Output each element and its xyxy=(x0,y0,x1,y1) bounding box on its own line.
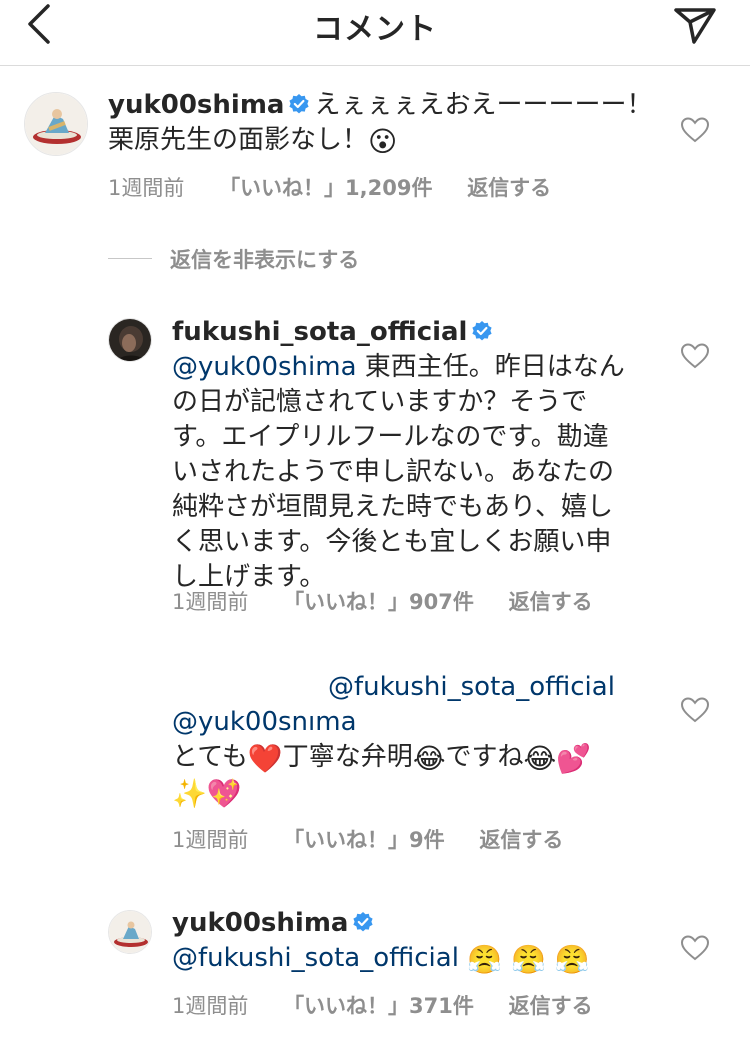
username[interactable]: fukushi_sota_official xyxy=(172,317,467,347)
reply-text: @fukushi_sota_official @yuk00snıma とても❤️… xyxy=(172,670,642,810)
reply-meta: 1週間前 「いいね！」907件 返信する xyxy=(172,586,593,616)
reply-meta: 1週間前 「いいね！」9件 返信する xyxy=(172,824,563,854)
heart-emoji: ❤️ xyxy=(247,742,283,775)
timestamp: 1週間前 xyxy=(172,994,249,1018)
likes-count[interactable]: 「いいね！」371件 xyxy=(283,990,474,1020)
reply-line: 純粋さが垣間見えた時でもあり、嬉し xyxy=(172,492,613,522)
verified-badge-icon xyxy=(471,317,493,341)
comment-body-line2: 栗原先生の面影なし！ xyxy=(108,125,369,155)
reply-line: す。エイプリルフールなのです。勘違 xyxy=(172,422,609,452)
paper-plane-icon[interactable] xyxy=(672,2,718,46)
sparkles-emoji: ✨ xyxy=(172,777,207,810)
avatar[interactable] xyxy=(108,318,152,362)
reply-line: く思います。今後とも宜しくお願い申 xyxy=(172,527,612,557)
page-title: コメント xyxy=(313,12,437,47)
likes-count[interactable]: 「いいね！」9件 xyxy=(283,824,445,854)
divider xyxy=(108,258,152,259)
reply-button[interactable]: 返信する xyxy=(509,990,593,1020)
avatar[interactable] xyxy=(24,92,88,156)
mention-link[interactable]: @fukushi_sota_official xyxy=(328,670,615,705)
reply-text: fukushi_sota_official @yuk00shima 東西主任。昨… xyxy=(172,315,652,595)
heart-icon[interactable] xyxy=(680,696,710,724)
timestamp: 1週間前 xyxy=(108,176,185,200)
heart-icon[interactable] xyxy=(680,342,710,370)
username[interactable]: yuk00shima xyxy=(108,90,284,120)
comment-body: えぇぇぇえおえーーーーー！ xyxy=(314,90,653,120)
mention-link[interactable]: @fukushi_sota_official xyxy=(172,943,459,973)
username[interactable]: yuk00shima xyxy=(172,908,348,938)
mention-link[interactable]: @yuk00shima xyxy=(172,352,357,382)
astonished-emoji: 😮 xyxy=(368,125,398,158)
reply-line: 東西主任。昨日はなん xyxy=(364,352,625,382)
heart-icon[interactable] xyxy=(680,116,710,144)
comment-text: yuk00shima えぇぇぇえおえーーーーー！ 栗原先生の面影なし！😮 xyxy=(108,88,668,158)
mention-link[interactable]: @yuk00snıma xyxy=(172,707,357,737)
reply-button[interactable]: 返信する xyxy=(479,824,563,854)
verified-badge-icon xyxy=(352,908,374,932)
timestamp: 1週間前 xyxy=(172,590,249,614)
reply-button[interactable]: 返信する xyxy=(509,586,593,616)
timestamp: 1週間前 xyxy=(172,828,249,852)
heart-icon[interactable] xyxy=(680,934,710,962)
reply-meta: 1週間前 「いいね！」371件 返信する xyxy=(172,990,593,1020)
laughing-emoji: 😂 xyxy=(523,742,557,775)
verified-badge-icon xyxy=(288,90,310,114)
two-hearts-emoji: 💕 xyxy=(556,742,592,775)
reply-body: ですね xyxy=(445,742,524,772)
avatar[interactable] xyxy=(108,910,152,954)
likes-count[interactable]: 「いいね！」907件 xyxy=(283,586,474,616)
hide-replies-button[interactable]: 返信を非表示にする xyxy=(170,244,359,274)
reply-body: 丁寧な弁明 xyxy=(282,742,413,772)
sparkling-heart-emoji: 💖 xyxy=(206,777,242,810)
header-bar: コメント xyxy=(0,0,750,66)
reply-line: の日が記憶されていますか？そうで xyxy=(172,387,588,417)
reply-body: とても xyxy=(172,742,248,772)
reply-text: yuk00shima @fukushi_sota_official 😤 😤 😤 xyxy=(172,906,652,976)
reply-line: いされたようで申し訳ない。あなたの xyxy=(172,457,615,487)
laughing-emoji: 😂 xyxy=(412,742,446,775)
triumph-emoji: 😤 😤 😤 xyxy=(467,943,590,976)
likes-count[interactable]: 「いいね！」1,209件 xyxy=(219,172,432,202)
reply-button[interactable]: 返信する xyxy=(467,172,551,202)
comment-meta: 1週間前 「いいね！」1,209件 返信する xyxy=(108,172,551,202)
